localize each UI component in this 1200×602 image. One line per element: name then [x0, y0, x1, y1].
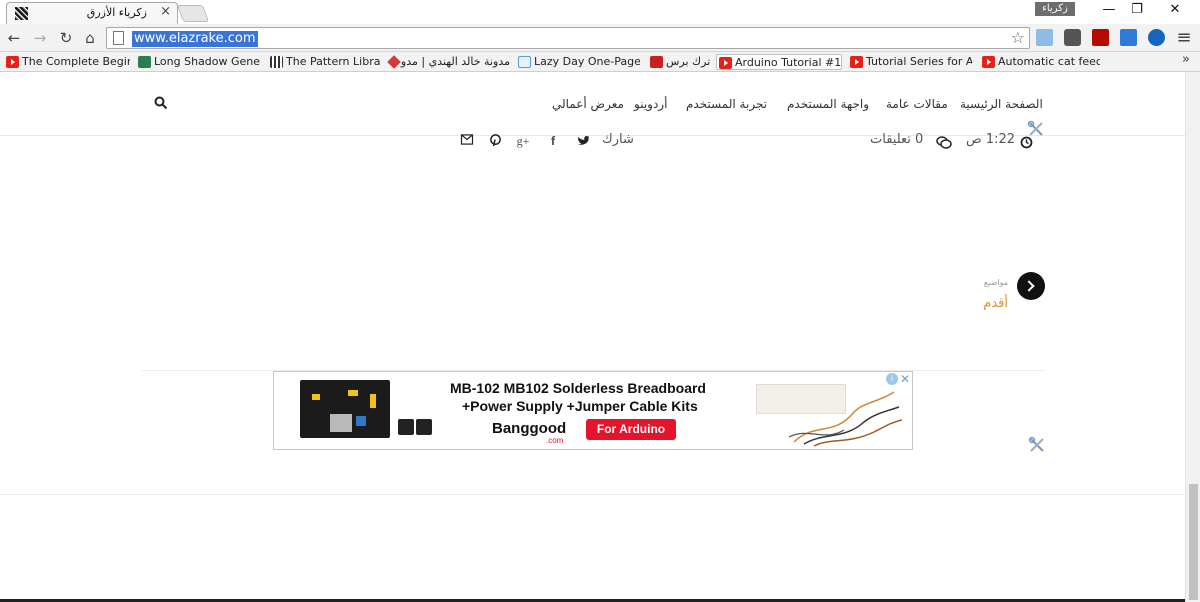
older-post-label: مواضيع [983, 278, 1008, 287]
messenger-extension-icon[interactable] [1120, 29, 1137, 46]
page-icon [113, 31, 124, 45]
footer-divider [0, 494, 1185, 495]
bookmark-label: مدونة خالد الهندي | مدو [400, 55, 510, 68]
browser-menu-icon[interactable]: ≡ [1174, 28, 1194, 48]
older-post-arrow-icon[interactable] [1017, 272, 1045, 300]
new-tab-button[interactable] [176, 5, 210, 22]
bookmark-label: Automatic cat feeder [998, 55, 1100, 68]
bookmark-item[interactable]: Lazy Day One-Page Te [516, 54, 640, 70]
nav-item-ui[interactable]: واجهة المستخدم [787, 97, 869, 111]
home-button[interactable]: ⌂ [80, 28, 100, 48]
address-bar[interactable]: www.elazrake.com ☆ [106, 27, 1030, 49]
extension-1-icon[interactable] [1036, 29, 1053, 46]
reload-button[interactable]: ↻ [56, 28, 76, 48]
minimize-button[interactable]: — [1094, 1, 1124, 19]
bookmark-item[interactable]: مدونة خالد الهندي | مدو [386, 54, 510, 70]
browser-titlebar: زكرياء الأزرق × زكرياء — ❐ ✕ [0, 0, 1200, 24]
youtube-icon [6, 56, 19, 68]
bookmark-label: The Complete Beginn [22, 55, 130, 68]
psd-icon [518, 56, 531, 68]
ad-brand-logo: Banggood [492, 420, 567, 437]
extension-5-icon[interactable] [1148, 29, 1165, 46]
site-favicon-icon [15, 7, 28, 20]
bookmark-item[interactable]: Automatic cat feeder [980, 54, 1100, 70]
bookmark-label: Lazy Day One-Page Te [534, 55, 640, 68]
scrollbar-thumb[interactable] [1189, 484, 1198, 600]
bookmark-item[interactable]: The Pattern Library [268, 54, 380, 70]
bookmark-label: Tutorial Series for Ard [866, 55, 972, 68]
youtube-icon [850, 56, 863, 68]
pinterest-icon[interactable] [488, 134, 502, 148]
tools-icon [1028, 436, 1044, 452]
bookmark-item[interactable]: Long Shadow Generat [136, 54, 260, 70]
bookmark-label: ترك برس [666, 55, 710, 68]
ad-headline-2: +Power Supply +Jumper Cable Kits [462, 398, 698, 414]
nav-item-ux[interactable]: تجربة المستخدم [686, 97, 767, 111]
pdf-extension-icon[interactable] [1092, 29, 1109, 46]
clock-icon [1020, 136, 1033, 149]
pattern-grid-icon [270, 56, 283, 68]
facebook-icon[interactable]: f [546, 134, 560, 148]
ad-switch-image [416, 419, 432, 435]
ad-brand-domain: .com [546, 436, 564, 445]
bookmark-star-icon[interactable]: ☆ [1011, 28, 1025, 47]
bookmark-item[interactable]: The Complete Beginn [4, 54, 130, 70]
youtube-icon [982, 56, 995, 68]
ad-cta-button[interactable]: For Arduino [586, 419, 676, 440]
search-icon[interactable] [154, 96, 168, 110]
bookmark-item[interactable]: Tutorial Series for Ard [848, 54, 972, 70]
ad-switch-image [398, 419, 414, 435]
site-navigation: الصفحة الرئيسية مقالات عامة واجهة المستخ… [0, 72, 1185, 136]
extension-2-icon[interactable] [1064, 29, 1081, 46]
web-page: الصفحة الرئيسية مقالات عامة واجهة المستخ… [0, 72, 1185, 602]
nav-item-portfolio[interactable]: معرض أعمالي [552, 97, 624, 111]
bookmark-label: The Pattern Library [286, 55, 380, 68]
browser-tab[interactable]: زكرياء الأزرق × [6, 2, 178, 24]
youtube-icon [719, 57, 732, 69]
advertisement-banner[interactable]: MB-102 MB102 Solderless Breadboard +Powe… [273, 371, 913, 450]
restore-button[interactable]: ❐ [1122, 1, 1152, 19]
bookmarks-overflow-icon[interactable]: » [1182, 52, 1190, 67]
browser-toolbar: ← → ↻ ⌂ www.elazrake.com ☆ ≡ [0, 24, 1200, 52]
ad-jumper-wires-image [788, 391, 903, 447]
turk-press-icon [650, 56, 663, 68]
email-icon[interactable] [460, 134, 474, 148]
forward-button[interactable]: → [30, 28, 50, 48]
tab-title: زكرياء الأزرق [86, 6, 147, 19]
google-plus-icon[interactable]: g+ [516, 134, 530, 148]
page-scrollbar[interactable] [1185, 72, 1200, 602]
comments-icon [936, 136, 952, 149]
back-button[interactable]: ← [4, 28, 24, 48]
twitter-icon[interactable] [576, 134, 590, 148]
bookmark-label: Long Shadow Generat [154, 55, 260, 68]
nav-item-home[interactable]: الصفحة الرئيسية [960, 97, 1043, 111]
adchoices-icon[interactable]: i [886, 373, 898, 385]
older-post-link[interactable]: أقدم [940, 296, 1008, 311]
long-shadow-icon [138, 56, 151, 68]
ad-product-image [300, 380, 390, 438]
comments-count[interactable]: 0 تعليقات [870, 132, 923, 147]
url-text[interactable]: www.elazrake.com [132, 31, 258, 47]
bookmark-item[interactable]: ترك برس [648, 54, 710, 70]
share-label: شارك [602, 132, 634, 147]
ad-headline-1: MB-102 MB102 Solderless Breadboard [450, 380, 706, 396]
bookmark-item-active[interactable]: Arduino Tutorial #1: U [716, 54, 842, 70]
close-window-button[interactable]: ✕ [1160, 1, 1190, 19]
ad-close-icon[interactable]: ✕ [900, 372, 910, 386]
nav-item-arduino[interactable]: أردوينو [634, 97, 667, 111]
tab-close-icon[interactable]: × [160, 4, 171, 19]
bookmark-label: Arduino Tutorial #1: U [735, 56, 842, 69]
nav-item-articles[interactable]: مقالات عامة [886, 97, 948, 111]
post-time: 1:22 ص [966, 132, 1016, 147]
profile-button[interactable]: زكرياء [1035, 2, 1075, 16]
bookmarks-bar: The Complete Beginn Long Shadow Generat … [0, 52, 1200, 72]
